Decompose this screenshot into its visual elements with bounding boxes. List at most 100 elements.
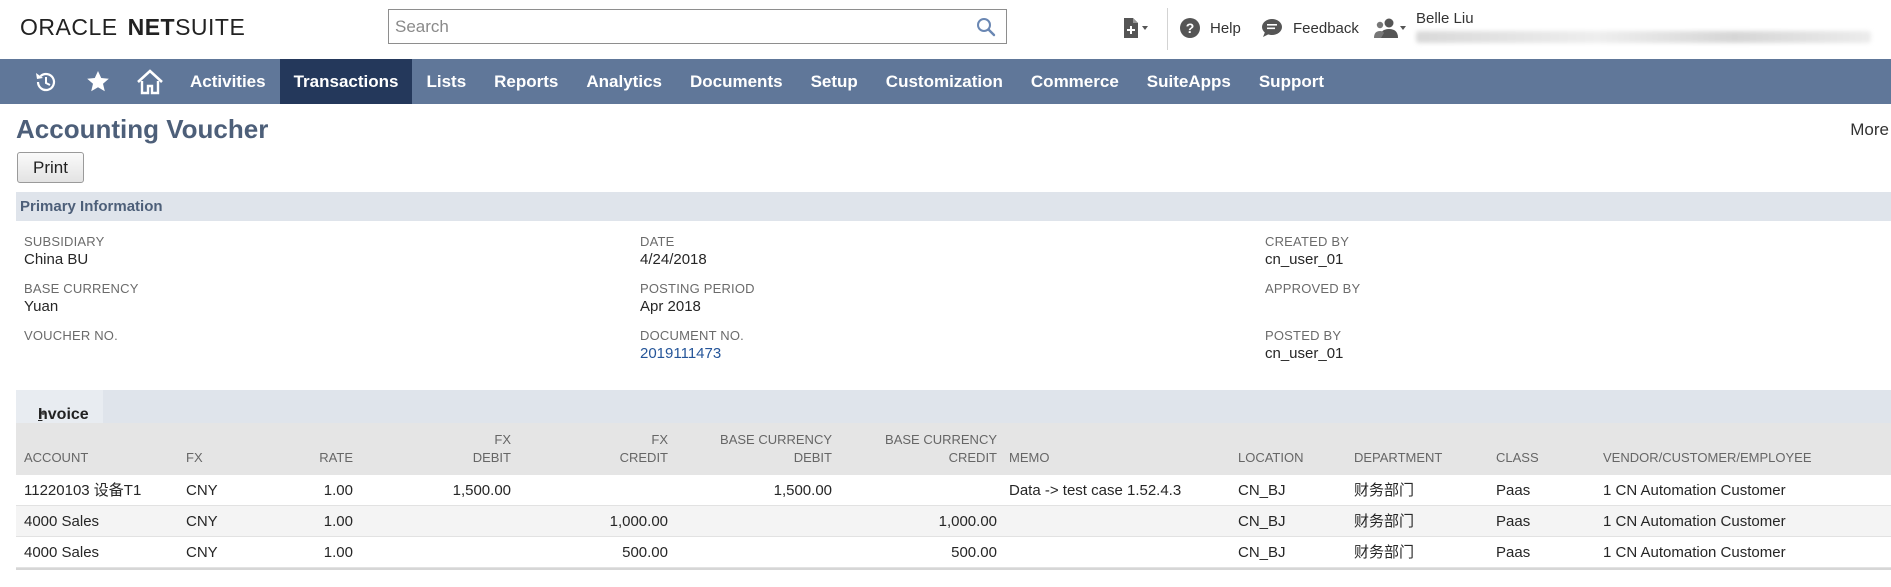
- role-switch-menu[interactable]: [1374, 16, 1408, 40]
- nav-customization[interactable]: Customization: [872, 59, 1017, 104]
- col-location[interactable]: LOCATION: [1238, 449, 1304, 467]
- table-row[interactable]: 11220103 设备T1 CNY 1.00 1,500.00 1,500.00…: [16, 475, 1891, 506]
- nav-setup[interactable]: Setup: [797, 59, 872, 104]
- col-fx-credit-line1: FX: [651, 432, 668, 447]
- recent-records-button[interactable]: [20, 59, 72, 104]
- more-button[interactable]: More: [1850, 120, 1889, 140]
- document-no-link[interactable]: 2019111473: [640, 344, 744, 364]
- search-icon[interactable]: [976, 17, 996, 37]
- date-value: 4/24/2018: [640, 251, 707, 268]
- cell-class: Paas: [1496, 544, 1531, 561]
- approved-by-label: APPROVED BY: [1265, 281, 1361, 296]
- help-label: Help: [1210, 19, 1241, 37]
- star-icon: [87, 70, 109, 91]
- nav-lists[interactable]: Lists: [412, 59, 480, 104]
- table-row[interactable]: 4000 Sales CNY 1.00 1,000.00 1,000.00 CN…: [16, 506, 1891, 537]
- global-search: [388, 9, 1007, 44]
- cell-location: CN_BJ: [1238, 513, 1286, 530]
- date-label: DATE: [640, 234, 675, 249]
- search-input[interactable]: [389, 10, 949, 43]
- logo-net-text: NET: [127, 13, 176, 40]
- cell-department: 财务部门: [1354, 544, 1415, 561]
- cell-vendor: 1 CN Automation Customer: [1603, 544, 1786, 561]
- nav-documents[interactable]: Documents: [676, 59, 797, 104]
- field-approved-by: APPROVED BY: [1265, 281, 1360, 297]
- user-name[interactable]: Belle Liu: [1416, 10, 1474, 27]
- base-currency-value: Yuan: [24, 298, 59, 315]
- cell-base-debit: 1,500.00: [773, 482, 832, 499]
- nav-analytics[interactable]: Analytics: [572, 59, 676, 104]
- col-base-debit-line1: BASE CURRENCY: [720, 432, 832, 447]
- cell-memo: Data -> test case 1.52.4.3: [1009, 482, 1182, 499]
- posted-by-label: POSTED BY: [1265, 328, 1342, 343]
- posted-by-value: cn_user_01: [1265, 345, 1344, 362]
- posting-period-value: Apr 2018: [640, 298, 701, 315]
- col-fx-debit[interactable]: FX DEBIT: [396, 431, 511, 467]
- cell-department: 财务部门: [1354, 513, 1415, 530]
- nav-suiteapps[interactable]: SuiteApps: [1133, 59, 1245, 104]
- tab-invoice-rest: nvoice: [38, 406, 89, 423]
- help-link[interactable]: ? Help: [1180, 16, 1241, 40]
- header-divider: [1167, 8, 1168, 50]
- col-fx-credit[interactable]: FX CREDIT: [556, 431, 668, 467]
- cell-fx: CNY: [186, 482, 218, 499]
- col-fx-credit-line2: CREDIT: [619, 450, 668, 465]
- cell-class: Paas: [1496, 513, 1531, 530]
- feedback-link[interactable]: Feedback: [1261, 16, 1359, 40]
- feedback-icon: [1262, 19, 1282, 37]
- cell-account: 11220103 设备T1: [24, 482, 142, 499]
- new-record-icon: [1124, 18, 1148, 38]
- nav-reports[interactable]: Reports: [480, 59, 572, 104]
- col-memo[interactable]: MEMO: [1009, 449, 1049, 467]
- nav-support[interactable]: Support: [1245, 59, 1338, 104]
- main-navigation: Activities Transactions Lists Reports An…: [0, 59, 1891, 104]
- user-role-redacted: [1416, 31, 1871, 43]
- shortcuts-button[interactable]: [72, 59, 124, 104]
- col-fx[interactable]: FX: [186, 449, 203, 467]
- cell-account: 4000 Sales: [24, 513, 100, 530]
- primary-information-title: Primary Information: [20, 198, 163, 215]
- tab-invoice[interactable]: Invoice •: [16, 390, 103, 423]
- col-fx-debit-line1: FX: [494, 432, 511, 447]
- cell-vendor: 1 CN Automation Customer: [1603, 482, 1786, 499]
- col-department[interactable]: DEPARTMENT: [1354, 449, 1442, 467]
- col-vendor[interactable]: VENDOR/CUSTOMER/EMPLOYEE: [1603, 449, 1812, 467]
- table-row[interactable]: 4000 Sales CNY 1.00 500.00 500.00 CN_BJ …: [16, 537, 1891, 568]
- cell-fx-credit: 500.00: [622, 544, 668, 561]
- print-button[interactable]: Print: [17, 152, 84, 183]
- col-base-debit[interactable]: BASE CURRENCY DEBIT: [706, 431, 832, 467]
- col-rate[interactable]: RATE: [316, 449, 353, 467]
- cell-fx-credit: 1,000.00: [609, 513, 668, 530]
- tab-invoice-marker: •: [41, 406, 46, 420]
- nav-transactions[interactable]: Transactions: [279, 59, 413, 104]
- field-base-currency: BASE CURRENCY Yuan: [24, 281, 139, 317]
- cell-fx: CNY: [186, 513, 218, 530]
- col-account[interactable]: ACCOUNT: [24, 449, 88, 467]
- page-title: Accounting Voucher: [16, 114, 269, 144]
- base-currency-label: BASE CURRENCY: [24, 281, 139, 296]
- field-subsidiary: SUBSIDIARY China BU: [24, 234, 105, 270]
- col-base-credit[interactable]: BASE CURRENCY CREDIT: [871, 431, 997, 467]
- field-posted-by: POSTED BY cn_user_01: [1265, 328, 1343, 364]
- col-base-credit-line2: CREDIT: [948, 450, 997, 465]
- logo-oracle-text: ORACLE: [20, 13, 118, 40]
- subtab-strip: Invoice •: [16, 390, 1891, 423]
- new-record-menu[interactable]: [1120, 16, 1150, 40]
- home-button[interactable]: [124, 59, 176, 104]
- role-switch-icon: [1374, 18, 1406, 38]
- subsidiary-value: China BU: [24, 251, 89, 268]
- created-by-value: cn_user_01: [1265, 251, 1344, 268]
- field-posting-period: POSTING PERIOD Apr 2018: [640, 281, 755, 317]
- nav-commerce[interactable]: Commerce: [1017, 59, 1133, 104]
- feedback-label: Feedback: [1293, 19, 1359, 37]
- col-fx-debit-line2: DEBIT: [472, 450, 511, 465]
- col-class[interactable]: CLASS: [1496, 449, 1539, 467]
- col-base-debit-line2: DEBIT: [793, 450, 832, 465]
- oracle-netsuite-logo[interactable]: ORACLE NET SUITE: [20, 14, 245, 40]
- nav-activities[interactable]: Activities: [176, 59, 280, 104]
- recent-records-icon: [36, 72, 56, 91]
- logo-suite-text: SUITE: [175, 13, 246, 40]
- cell-account: 4000 Sales: [24, 544, 100, 561]
- cell-rate: 1.00: [323, 544, 353, 561]
- table-bottom-border: [16, 568, 1891, 570]
